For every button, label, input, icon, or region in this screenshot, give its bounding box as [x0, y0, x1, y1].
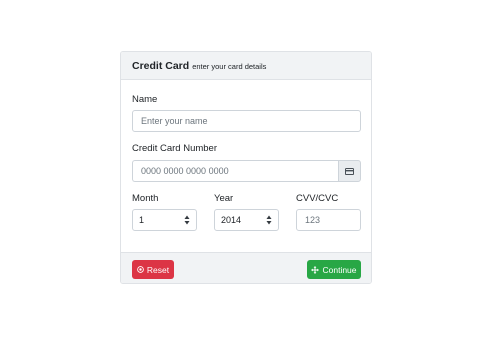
name-label: Name [132, 94, 158, 105]
credit-card-number-input[interactable] [132, 160, 338, 182]
credit-card-icon [345, 167, 354, 175]
select-arrows-icon [266, 214, 272, 226]
credit-card-number-group [132, 160, 361, 182]
card-subtitle: enter your card details [192, 61, 267, 71]
year-selected-value: 2014 [221, 215, 242, 225]
credit-card-form: Credit Card enter your card details Name… [120, 51, 372, 284]
year-label: Year [214, 193, 234, 204]
cvv-input[interactable] [296, 209, 361, 231]
card-title: Credit Card [132, 59, 190, 72]
credit-card-addon [338, 160, 361, 182]
name-input[interactable] [132, 110, 361, 132]
month-label: Month [132, 193, 159, 204]
reset-button-label: Reset [146, 264, 170, 275]
continue-button[interactable]: Continue [307, 260, 361, 279]
select-arrows-icon [184, 214, 190, 226]
reset-button[interactable]: Reset [132, 260, 174, 279]
continue-button-label: Continue [322, 264, 357, 275]
move-arrows-icon [311, 265, 320, 274]
month-select[interactable]: 1 [132, 209, 197, 231]
card-footer: Reset Continue [121, 252, 371, 283]
reset-circle-icon [137, 266, 144, 273]
card-header: Credit Card enter your card details [121, 52, 371, 80]
month-selected-value: 1 [139, 215, 145, 225]
year-select[interactable]: 2014 [214, 209, 279, 231]
credit-card-number-label: Credit Card Number [132, 143, 217, 154]
cvv-label: CVV/CVC [296, 193, 339, 204]
